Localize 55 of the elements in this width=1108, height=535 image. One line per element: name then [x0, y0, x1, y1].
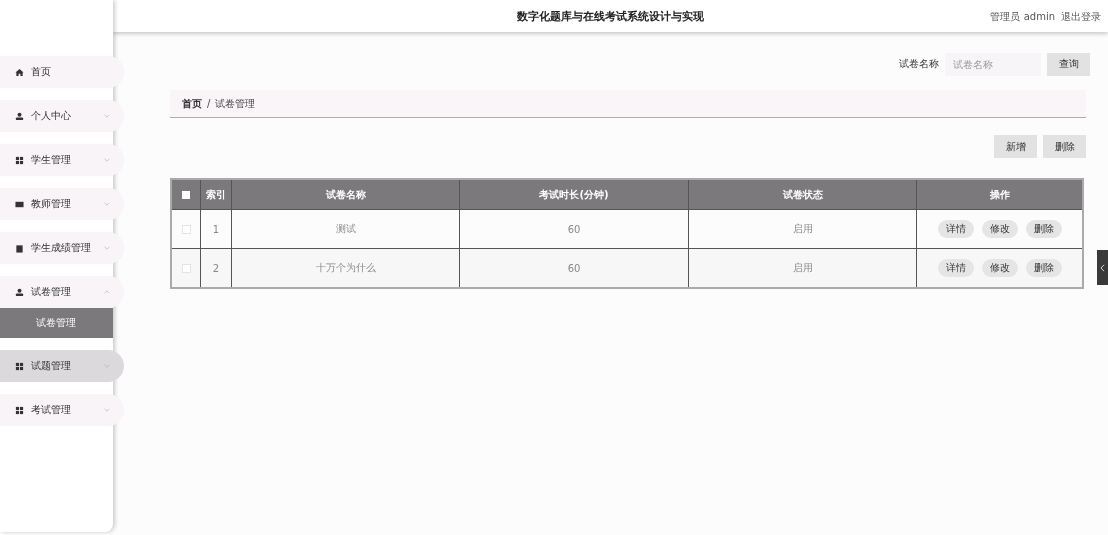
menu-item[interactable]: 考试管理 — [0, 394, 124, 426]
grid-icon — [15, 155, 24, 165]
search-field[interactable]: 试卷名称 — [945, 52, 1041, 76]
menu-item[interactable]: 试题管理 — [0, 350, 124, 382]
search-button[interactable]: 查询 — [1047, 52, 1090, 76]
delete-button[interactable]: 删除 — [1025, 220, 1062, 238]
person-icon — [15, 287, 24, 297]
row-checkbox[interactable] — [181, 225, 191, 234]
edit-button[interactable]: 修改 — [981, 259, 1018, 277]
table-cell: 2 — [200, 248, 232, 288]
table-cell: 启用 — [688, 248, 917, 288]
menu-label: 学生成绩管理 — [31, 241, 91, 255]
add-button[interactable]: 新增 — [994, 135, 1037, 158]
grid-icon — [15, 361, 24, 371]
menu-label: 试卷管理 — [31, 285, 71, 299]
menu-item[interactable]: 个人中心 — [0, 100, 124, 132]
menu-label: 个人中心 — [31, 109, 71, 123]
grid-icon — [15, 405, 24, 415]
column-header: 考试时长(分钟) — [459, 179, 689, 210]
column-header: 试卷名称 — [231, 179, 460, 210]
search-label: 试卷名称 — [899, 57, 939, 71]
chevron-left-icon — [1100, 263, 1105, 272]
person-icon — [15, 111, 24, 121]
menu-item[interactable]: 教师管理 — [0, 188, 124, 220]
menu-label: 试题管理 — [31, 359, 71, 373]
details-button[interactable]: 详情 — [937, 259, 974, 277]
breadcrumb-item: 试卷管理 — [215, 96, 256, 111]
menu-item[interactable]: 试卷管理 — [0, 276, 124, 308]
menu-label: 首页 — [31, 65, 51, 79]
column-header: 试卷状态 — [688, 179, 917, 210]
breadcrumb-item[interactable]: 首页 — [182, 96, 202, 111]
menu-label: 考试管理 — [31, 403, 71, 417]
column-header: 操作 — [916, 179, 1083, 210]
select-all-checkbox[interactable] — [182, 191, 190, 199]
user-label: 管理员 admin — [990, 10, 1055, 24]
menu-item[interactable]: 学生管理 — [0, 144, 124, 176]
delete-button[interactable]: 删除 — [1043, 135, 1086, 158]
table-cell: 60 — [459, 248, 689, 288]
app-title: 数字化题库与在线考试系统设计与实现 — [517, 8, 704, 24]
delete-button[interactable]: 删除 — [1025, 259, 1062, 277]
menu-item[interactable]: 学生成绩管理 — [0, 232, 124, 264]
menu-item[interactable]: 首页 — [0, 56, 124, 88]
home-icon — [15, 67, 24, 77]
submenu-item[interactable]: 试卷管理 — [0, 308, 113, 338]
table-cell: 十万个为什么 — [231, 248, 460, 288]
collapse-handle[interactable] — [1097, 250, 1108, 285]
menu-label: 学生管理 — [31, 153, 71, 167]
card-icon — [15, 199, 24, 209]
logout-link[interactable]: 退出登录 — [1061, 10, 1101, 24]
details-button[interactable]: 详情 — [937, 220, 974, 238]
breadcrumb-separator: / — [207, 98, 211, 109]
column-header: 索引 — [200, 179, 232, 210]
menu-label: 教师管理 — [31, 197, 71, 211]
row-checkbox[interactable] — [181, 264, 191, 273]
edit-button[interactable]: 修改 — [981, 220, 1018, 238]
